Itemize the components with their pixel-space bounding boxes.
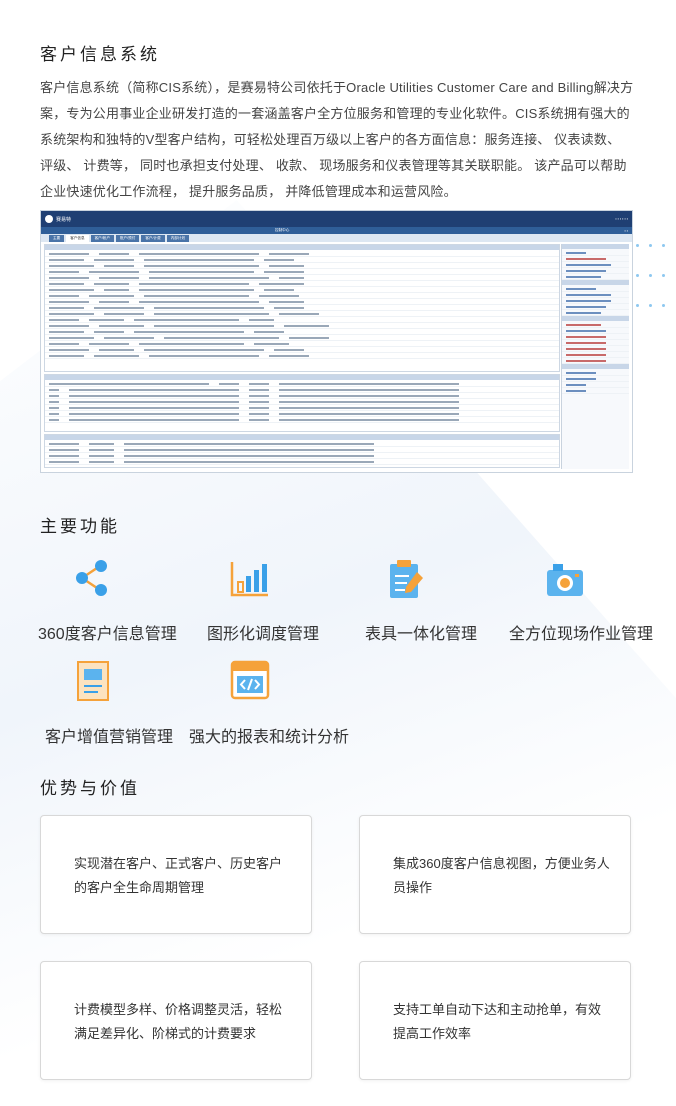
screenshot-tabs: 主要 客户信息 客户/帐户 账户/预付 客户/计费 内部计划 xyxy=(41,234,632,242)
camera-icon xyxy=(547,564,583,596)
screenshot-topbar: 赛易特 ▪ ▪ ▪ ▪ ▪ ▪ xyxy=(41,211,632,227)
screenshot-main-pane xyxy=(44,244,560,469)
screenshot-tab: 客户/帐户 xyxy=(90,235,114,242)
feature-label: 全方位现场作业管理 xyxy=(509,626,654,643)
code-window-icon xyxy=(230,660,270,700)
menubar-title: 控制中心 xyxy=(275,228,290,232)
advantage-text: 集成360度客户信息视图，方便业务人员操作 xyxy=(393,856,610,895)
cis-screenshot: 赛易特 ▪ ▪ ▪ ▪ ▪ ▪ 控制中心 ▪ ▪ 主要 客户信息 客户/帐户 账… xyxy=(40,210,633,473)
decorative-dots xyxy=(631,234,670,324)
logo-text: 赛易特 xyxy=(56,216,72,223)
document-icon xyxy=(77,661,109,701)
feature-label: 客户增值营销管理 xyxy=(45,729,174,746)
screenshot-side-pane xyxy=(561,244,629,469)
advantage-text: 计费模型多样、价格调整灵活，轻松满足差异化、阶梯式的计费要求 xyxy=(74,1002,283,1041)
feature-label: 图形化调度管理 xyxy=(207,626,320,643)
intro-paragraph: 客户信息系统（简称CIS系统），是赛易特公司依托于Oracle Utilitie… xyxy=(40,80,634,199)
clipboard-icon xyxy=(390,560,423,598)
features-title: 主要功能 xyxy=(40,517,120,536)
feature-label: 强大的报表和统计分析 xyxy=(189,729,350,746)
page-title: 客户信息系统 xyxy=(40,45,160,64)
feature-label: 360度客户信息管理 xyxy=(38,626,177,643)
network-icon xyxy=(76,560,107,596)
company-logo xyxy=(45,215,53,223)
bar-chart-icon xyxy=(230,562,268,597)
feature-label: 表具一体化管理 xyxy=(365,626,478,643)
topbar-links: ▪ ▪ ▪ ▪ ▪ ▪ xyxy=(615,217,628,221)
advantage-text: 支持工单自动下达和主动抢单，有效提高工作效率 xyxy=(393,1002,602,1041)
screenshot-tab: 客户信息 xyxy=(66,235,89,242)
advantage-text: 实现潜在客户、正式客户、历史客户的客户全生命周期管理 xyxy=(74,856,283,895)
screenshot-tab: 主要 xyxy=(49,235,65,242)
advantages-title: 优势与价值 xyxy=(40,779,140,798)
screenshot-tab: 内部计划 xyxy=(166,235,190,242)
advantage-card: 计费模型多样、价格调整灵活，轻松满足差异化、阶梯式的计费要求 xyxy=(40,961,312,1080)
screenshot-tab: 客户/计费 xyxy=(141,235,165,242)
advantage-card: 实现潜在客户、正式客户、历史客户的客户全生命周期管理 xyxy=(40,815,312,934)
advantage-card: 支持工单自动下达和主动抢单，有效提高工作效率 xyxy=(359,961,631,1080)
advantage-card: 集成360度客户信息视图，方便业务人员操作 xyxy=(359,815,631,934)
screenshot-menubar: 控制中心 ▪ ▪ xyxy=(41,227,632,234)
screenshot-tab: 账户/预付 xyxy=(115,235,140,242)
